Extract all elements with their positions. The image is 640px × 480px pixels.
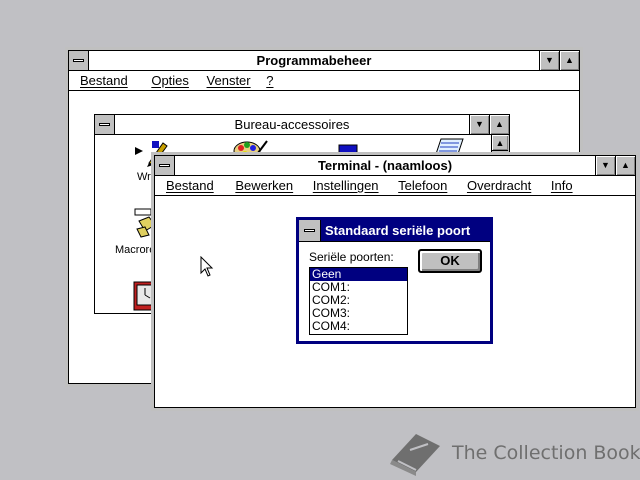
list-item[interactable]: COM4:	[310, 320, 407, 333]
menu-help[interactable]: ?	[266, 71, 273, 90]
menu-bestand[interactable]: Bestand	[80, 71, 128, 90]
terminal-titlebar[interactable]: Terminal - (naamloos) ▼ ▲	[155, 156, 635, 176]
minimize-button[interactable]: ▼	[539, 51, 559, 70]
window-title: Terminal - (naamloos)	[317, 158, 453, 173]
desktop: { "colors": { "desktop": "#c0c0c4", "act…	[0, 0, 640, 480]
minimize-button[interactable]: ▼	[595, 156, 615, 175]
maximize-button[interactable]: ▲	[615, 156, 635, 175]
menu-info[interactable]: Info	[551, 176, 573, 195]
menu-bestand[interactable]: Bestand	[166, 176, 214, 195]
dialog-title: Standaard seriële poort	[325, 223, 471, 238]
program-manager-menubar: Bestand Opties Venster ?	[69, 71, 579, 91]
window-title: Programmabeheer	[256, 53, 372, 68]
icon-label-recorder: Macrore	[115, 244, 156, 256]
terminal-menubar: Bestand Bewerken Instellingen Telefoon O…	[155, 176, 635, 196]
system-menu-button[interactable]	[299, 220, 321, 241]
book-icon	[390, 434, 440, 476]
menu-opties[interactable]: Opties	[151, 71, 189, 90]
serial-port-dialog: Standaard seriële poort Seriële poorten:…	[296, 217, 493, 344]
window-title: Bureau-accessoires	[234, 117, 350, 132]
maximize-button[interactable]: ▲	[489, 115, 509, 134]
system-menu-button[interactable]	[95, 115, 115, 134]
serial-ports-listbox[interactable]: Geen COM1: COM2: COM3: COM4:	[309, 267, 408, 335]
maximize-button[interactable]: ▲	[559, 51, 579, 70]
mouse-pointer-icon	[200, 255, 214, 281]
scroll-up-arrow[interactable]: ▲	[492, 135, 508, 151]
ok-button[interactable]: OK	[418, 249, 482, 273]
menu-venster[interactable]: Venster	[207, 71, 251, 90]
minimize-button[interactable]: ▼	[469, 115, 489, 134]
system-menu-button[interactable]	[69, 51, 89, 70]
menu-overdracht[interactable]: Overdracht	[467, 176, 531, 195]
dialog-titlebar[interactable]: Standaard seriële poort	[299, 220, 490, 242]
serial-ports-label: Seriële poorten:	[309, 250, 394, 264]
icon-label-write: Wri	[137, 171, 154, 183]
menu-instellingen[interactable]: Instellingen	[313, 176, 379, 195]
system-menu-button[interactable]	[155, 156, 175, 175]
program-manager-titlebar[interactable]: Programmabeheer ▼ ▲	[69, 51, 579, 71]
menu-telefoon[interactable]: Telefoon	[398, 176, 447, 195]
bureau-accessoires-titlebar[interactable]: Bureau-accessoires ▼ ▲	[95, 115, 509, 135]
watermark-text: The Collection Book	[452, 442, 640, 464]
menu-bewerken[interactable]: Bewerken	[235, 176, 293, 195]
